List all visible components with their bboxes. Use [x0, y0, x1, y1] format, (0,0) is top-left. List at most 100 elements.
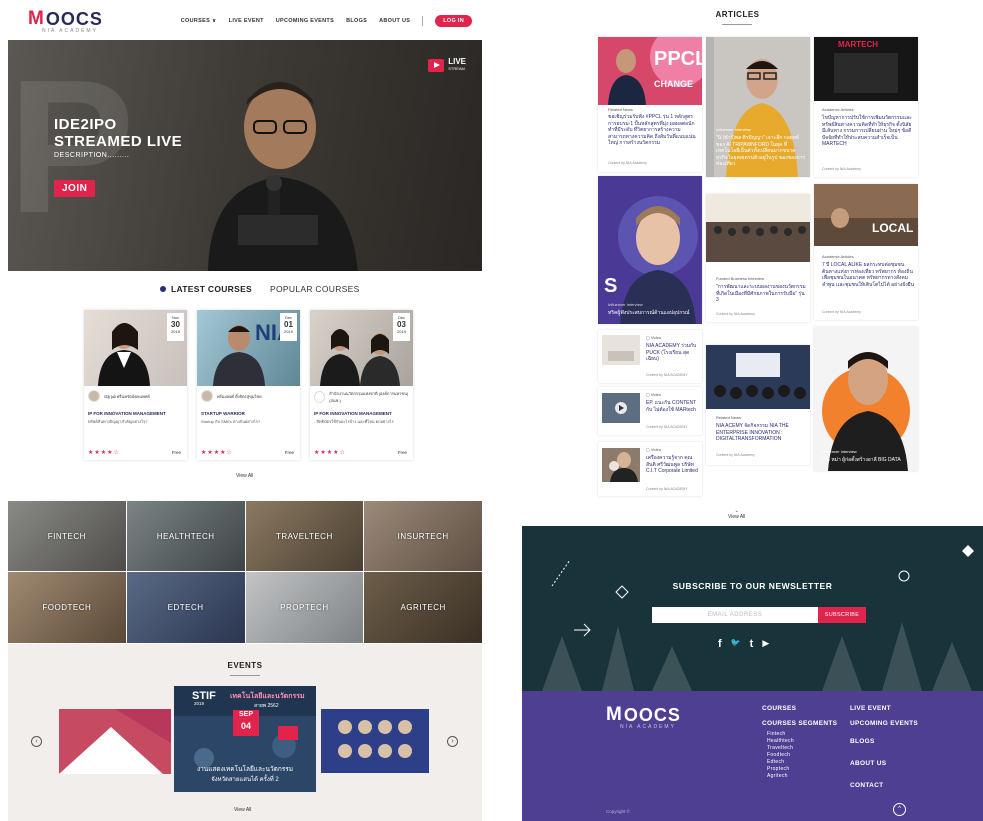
footer-link-upcoming-events[interactable]: UPCOMING EVENTS	[850, 716, 918, 731]
logo[interactable]: M OOCS NIA ACADEMY	[28, 9, 103, 34]
tech-tile-agritech[interactable]: AGRITECH	[364, 572, 482, 643]
nav-blogs[interactable]: BLOGS	[346, 18, 367, 24]
article-card[interactable]: PPCL CHANGE Related News ขอเชิญร่วมรับฟัง…	[598, 37, 702, 172]
article-card-video[interactable]: ▢ Video EP. แนะกัน CONTENT กับ ไม่ต้องใช…	[598, 387, 702, 435]
courses-view-all-link[interactable]: View All	[236, 473, 253, 479]
article-image: PPCL CHANGE	[598, 37, 702, 105]
events-title-underline	[230, 675, 260, 676]
event-headline: งานแสดงเทคโนโลยีและนวัตกรรม	[196, 766, 294, 773]
right-column: ARTICLES PPCL CHANGE Related News ขอเชิญร…	[492, 0, 983, 821]
article-card[interactable]: LOCAL Academic Articles 7 ปี LOCAL ALIKE…	[814, 184, 918, 320]
footer-segment-link[interactable]: Traveltech	[762, 745, 837, 752]
course-card[interactable]: Dec 03 2019 สำนักงานนวัตกรรมแห่งชาติ (องค์…	[310, 310, 413, 460]
email-field[interactable]: EMAIL ADDRESS	[652, 607, 818, 623]
events-view-all-link[interactable]: View All	[234, 807, 251, 813]
youtube-icon[interactable]: ▶	[762, 638, 769, 650]
article-card[interactable]: Funded Business Interview "การพัฒนาและระ…	[706, 194, 810, 322]
footer-link-courses[interactable]: COURSES	[762, 701, 837, 716]
article-image-text: LOCAL	[872, 221, 913, 235]
author-name: สำนักงานนวัตกรรมแห่งชาติ (องค์การมหาชน) …	[329, 391, 409, 403]
nav-courses[interactable]: COURSES ∨	[181, 18, 217, 24]
tech-tile-foodtech[interactable]: FOODTECH	[8, 572, 126, 643]
article-category: Influencer Interview	[716, 127, 751, 132]
article-title: ทริคผู้ฟังประสบการณ์ด้านแอปอุปกรณ์	[608, 310, 690, 316]
copyright-text: Copyright ©	[606, 809, 630, 814]
event-card[interactable]	[321, 709, 429, 773]
live-stream-badge[interactable]: LIVE STREAM	[428, 58, 466, 72]
footer-link-contact[interactable]: CONTACT	[850, 775, 918, 797]
course-image: Dec 03 2019	[310, 310, 413, 386]
event-card[interactable]	[59, 709, 171, 774]
article-category-label: Video	[650, 392, 662, 397]
tumblr-icon[interactable]: t	[750, 638, 754, 650]
main-nav: COURSES ∨ LIVE EVENT UPCOMING EVENTS BLO…	[181, 15, 472, 27]
footer-logo[interactable]: M OOCS NIA ACADEMY	[606, 705, 681, 730]
footer-link-blogs[interactable]: BLOGS	[850, 731, 918, 753]
article-meta: Content by NIA Academy	[822, 310, 861, 314]
footer-segment-link[interactable]: Healthtech	[762, 738, 837, 745]
avatar	[201, 390, 213, 402]
footer-segment-link[interactable]: Foodtech	[762, 752, 837, 759]
events-prev-arrow-icon[interactable]: ‹	[31, 736, 42, 747]
event-date-badge: SEP 04	[233, 710, 259, 736]
login-button[interactable]: LOG IN	[435, 15, 472, 27]
subscribe-button[interactable]: SUBSCRIBE	[818, 607, 866, 623]
article-card[interactable]: S Influencer Interview ทริคผู้ฟังประสบกา…	[598, 176, 702, 324]
nav-about-us[interactable]: ABOUT US	[379, 18, 410, 24]
twitter-icon[interactable]: 🐦	[731, 638, 741, 650]
article-card[interactable]: Influencer Interview เจ้คิ หม่า ผู้ก่อตั…	[814, 327, 918, 471]
article-card[interactable]: MARTECH Academic Articles ไขปัญหาการปรับ…	[814, 37, 918, 177]
article-category-label: Video	[650, 335, 662, 340]
event-card-featured[interactable]: STIF 2019 เทคโนโลยีและนวัตกรรม สายพ 2562…	[174, 686, 316, 792]
articles-view-all-label: View All	[728, 514, 746, 520]
articles-view-all[interactable]: ⌄ View All	[728, 508, 745, 520]
join-button[interactable]: JOIN	[54, 180, 96, 197]
article-card[interactable]: Related News NIA ACEMY จัดกิจกรรม NIA TH…	[706, 345, 810, 465]
avatar	[314, 391, 326, 403]
footer-link-courses-segments[interactable]: COURSES SEGMENTS	[762, 716, 837, 731]
tech-tile-fintech[interactable]: FINTECH	[8, 501, 126, 571]
scroll-top-chevron-icon[interactable]: ^	[893, 803, 906, 816]
article-title: NIA ACEMY จัดกิจกรรม NIA THE ENTERPRISE …	[716, 423, 789, 442]
facebook-icon[interactable]: f	[718, 638, 722, 650]
course-card[interactable]: NIA Dec 01 2019 พร้อมพงศ์ ตั้งจิตรสุขุมไชย…	[197, 310, 300, 460]
tab-latest-courses[interactable]: LATEST COURSES	[160, 284, 252, 294]
tech-tile-insurtech[interactable]: INSURTECH	[364, 501, 482, 571]
event-subline: จังหวัดสายแสนได้ ครั้งที่ 2	[211, 777, 279, 783]
tab-popular-courses[interactable]: POPULAR COURSES	[270, 284, 360, 294]
article-title: EP. แนะกัน CONTENT กับ ไม่ต้องใช้ MARtec…	[646, 400, 697, 413]
footer-logo-text: OOCS	[623, 705, 681, 725]
course-day: 01	[284, 320, 293, 329]
events-title: EVENTS	[227, 661, 263, 670]
event-brand-year: 2019	[194, 701, 205, 706]
footer-segment-link[interactable]: Fintech	[762, 731, 837, 738]
tech-tile-proptech[interactable]: PROPTECH	[245, 572, 364, 643]
tech-tile-edtech[interactable]: EDTECH	[126, 572, 245, 643]
article-title: เครื่องความรู้จาก คุณสันติ ศรีวัฒนพูล บร…	[646, 455, 698, 474]
article-category: Influencer Interview	[822, 449, 857, 454]
article-meta: Content by NIA ACADEMY	[646, 425, 688, 429]
article-category: ▢ Video	[646, 335, 661, 340]
footer-segment-link[interactable]: Proptech	[762, 766, 837, 773]
tech-tile-healthtech[interactable]: HEALTHTECH	[126, 501, 245, 571]
nav-upcoming-events[interactable]: UPCOMING EVENTS	[276, 18, 334, 24]
course-image: Nov 30 2019	[84, 310, 187, 386]
course-card[interactable]: Nov 30 2019 ณัฐวุฒิ ศรีนพรัตน์ขยแพทย์ IP F…	[84, 310, 187, 460]
nav-live-event[interactable]: LIVE EVENT	[229, 18, 264, 24]
course-year: 2019	[171, 329, 180, 334]
article-card-video[interactable]: ▢ Video เครื่องความรู้จาก คุณสันติ ศรีวั…	[598, 442, 702, 496]
events-next-arrow-icon[interactable]: ›	[447, 736, 458, 747]
article-category: Academic Articles	[822, 254, 854, 259]
article-category: Related News	[716, 415, 741, 420]
hero-banner: P IDE2IPO STREAMED LIVE DESCRIPTION.....…	[8, 40, 482, 271]
footer-segment-link[interactable]: Agritech	[762, 773, 837, 780]
video-thumbnail	[602, 393, 640, 423]
article-card-video[interactable]: ▢ Video NIA ACADEMY ร่วมกับ PUCK (โรงเรี…	[598, 330, 702, 383]
article-meta: Content by NIA Academy	[716, 312, 755, 316]
footer-segment-link[interactable]: Edtech	[762, 759, 837, 766]
article-card[interactable]: Influencer Interview "นิ (ชำร์)พล ศิรปัญ…	[706, 37, 810, 177]
hero-speaker-image	[208, 82, 358, 271]
tech-tile-traveltech[interactable]: TRAVELTECH	[245, 501, 364, 571]
footer-link-live-event[interactable]: LIVE EVENT	[850, 701, 918, 716]
footer-link-about-us[interactable]: ABOUT US	[850, 753, 918, 775]
